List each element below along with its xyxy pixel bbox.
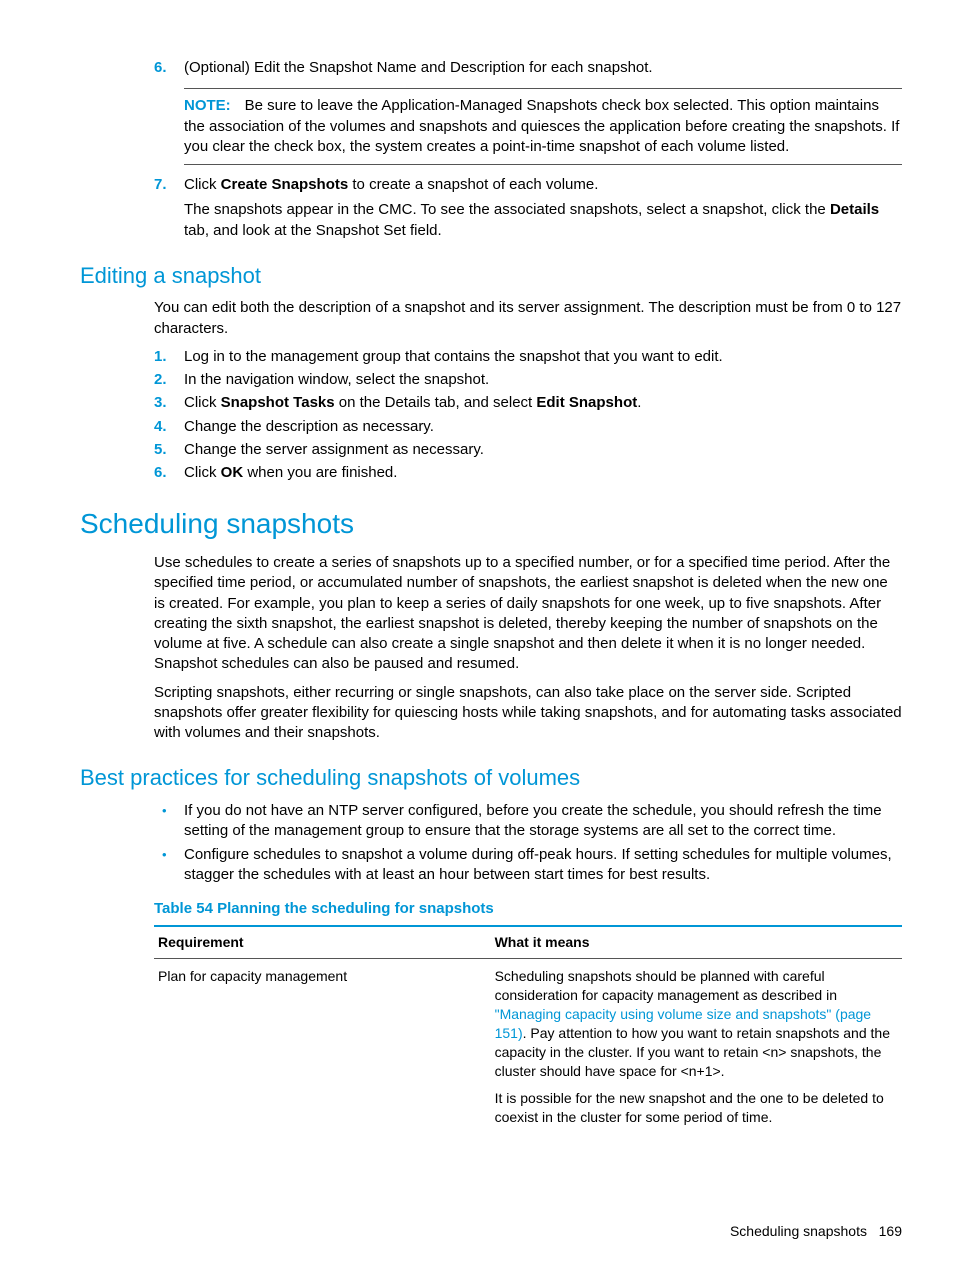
note-block: NOTE:Be sure to leave the Application-Ma… — [184, 88, 902, 165]
best-bullet-2: • Configure schedules to snapshot a volu… — [154, 845, 902, 886]
text-pre: Click — [184, 464, 221, 481]
text-pre: The snapshots appear in the CMC. To see … — [184, 201, 830, 218]
text-post: . Pay attention to how you want to retai… — [495, 1025, 890, 1079]
editing-step-4: 4. Change the description as necessary. — [154, 417, 902, 437]
table-cell-meaning: Scheduling snapshots should be planned w… — [491, 959, 902, 1143]
table-header-requirement: Requirement — [154, 926, 491, 958]
step-text: Change the server assignment as necessar… — [184, 440, 902, 460]
heading-scheduling-snapshots: Scheduling snapshots — [80, 505, 902, 543]
step-text: Log in to the management group that cont… — [184, 347, 902, 367]
step-text: Click OK when you are finished. — [184, 463, 902, 483]
editing-step-2: 2. In the navigation window, select the … — [154, 370, 902, 390]
cell-p1: Scheduling snapshots should be planned w… — [495, 967, 898, 1080]
editing-intro: You can edit both the description of a s… — [154, 298, 902, 339]
step-number: 4. — [154, 417, 184, 437]
heading-best-practices: Best practices for scheduling snapshots … — [80, 763, 902, 793]
editing-step-1: 1. Log in to the management group that c… — [154, 347, 902, 367]
heading-editing-snapshot: Editing a snapshot — [80, 261, 902, 291]
editing-step-3: 3. Click Snapshot Tasks on the Details t… — [154, 393, 902, 413]
step-7-sub: The snapshots appear in the CMC. To see … — [184, 200, 902, 241]
step-number: 6. — [154, 58, 184, 78]
scheduling-p2: Scripting snapshots, either recurring or… — [154, 683, 902, 744]
step-text: Click Snapshot Tasks on the Details tab,… — [184, 393, 902, 413]
table-header-meaning: What it means — [491, 926, 902, 958]
scheduling-p1: Use schedules to create a series of snap… — [154, 553, 902, 675]
note-text: Be sure to leave the Application-Managed… — [184, 97, 899, 155]
step-text: (Optional) Edit the Snapshot Name and De… — [184, 58, 902, 78]
step-7: 7. Click Create Snapshots to create a sn… — [154, 175, 902, 195]
step-number: 1. — [154, 347, 184, 367]
table-cell-requirement: Plan for capacity management — [154, 959, 491, 1143]
text-bold: Edit Snapshot — [536, 394, 637, 411]
step-number: 3. — [154, 393, 184, 413]
step-number: 2. — [154, 370, 184, 390]
table-header-row: Requirement What it means — [154, 926, 902, 958]
step-text: Click Create Snapshots to create a snaps… — [184, 175, 902, 195]
note-label: NOTE: — [184, 97, 245, 114]
text-post: to create a snapshot of each volume. — [348, 176, 598, 193]
footer-text: Scheduling snapshots — [730, 1223, 867, 1239]
step-number: 7. — [154, 175, 184, 195]
page-footer: Scheduling snapshots 169 — [730, 1222, 902, 1241]
editing-step-5: 5. Change the server assignment as neces… — [154, 440, 902, 460]
footer-page: 169 — [879, 1223, 902, 1239]
step-text: In the navigation window, select the sna… — [184, 370, 902, 390]
table-caption: Table 54 Planning the scheduling for sna… — [154, 899, 902, 919]
text-bold: Details — [830, 201, 879, 218]
best-bullet-1: • If you do not have an NTP server confi… — [154, 801, 902, 842]
text-post: when you are finished. — [243, 464, 397, 481]
text-post: tab, and look at the Snapshot Set field. — [184, 222, 442, 239]
text-bold: Create Snapshots — [221, 176, 349, 193]
editing-step-6: 6. Click OK when you are finished. — [154, 463, 902, 483]
bullet-icon: • — [154, 801, 184, 842]
step-number: 6. — [154, 463, 184, 483]
table-planning: Requirement What it means Plan for capac… — [154, 925, 902, 1142]
bullet-icon: • — [154, 845, 184, 886]
text-mid: on the Details tab, and select — [335, 394, 537, 411]
text-bold: OK — [221, 464, 244, 481]
bullet-text: Configure schedules to snapshot a volume… — [184, 845, 902, 886]
text-pre: Click — [184, 394, 221, 411]
text-bold: Snapshot Tasks — [221, 394, 335, 411]
step-6: 6. (Optional) Edit the Snapshot Name and… — [154, 58, 902, 78]
table-row: Plan for capacity management Scheduling … — [154, 959, 902, 1143]
step-number: 5. — [154, 440, 184, 460]
text-pre: Click — [184, 176, 221, 193]
text-pre: Scheduling snapshots should be planned w… — [495, 968, 837, 1003]
text-post: . — [637, 394, 641, 411]
step-text: Change the description as necessary. — [184, 417, 902, 437]
cell-p2: It is possible for the new snapshot and … — [495, 1089, 898, 1127]
bullet-text: If you do not have an NTP server configu… — [184, 801, 902, 842]
